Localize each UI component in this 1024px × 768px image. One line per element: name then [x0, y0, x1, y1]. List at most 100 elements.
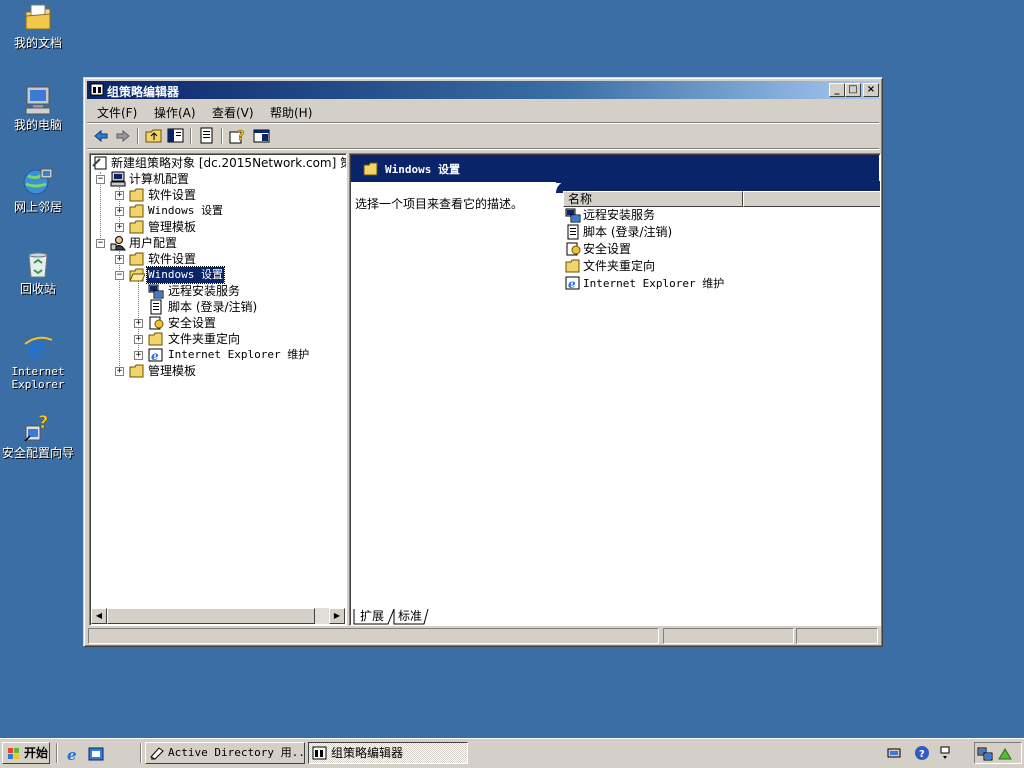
menu-bar: 文件(F) 操作(A) 查看(V) 帮助(H)	[87, 101, 879, 121]
tab-extended[interactable]: 扩展	[360, 608, 384, 624]
tree-node-uc-folder-redirect[interactable]: + 文件夹重定向	[90, 331, 340, 347]
tree-label: 用户配置	[129, 236, 178, 250]
start-label: 开始	[24, 746, 49, 760]
tree-label: Windows 设置	[148, 204, 223, 217]
menu-help[interactable]: 帮助(H)	[270, 104, 312, 121]
show-hide-tree-icon[interactable]	[167, 127, 185, 145]
export-list-icon[interactable]	[198, 127, 216, 145]
network-connection-icon[interactable]	[977, 745, 993, 761]
desktop-icon-label: 安全配置向导	[1, 446, 74, 460]
window-title: 组策略编辑器	[107, 85, 180, 99]
ie-quicklaunch-icon[interactable]: e	[66, 746, 82, 764]
toolbar-separator	[221, 128, 223, 144]
desktop-icon-internet-explorer[interactable]: e Internet Explorer	[0, 330, 76, 391]
folder-icon	[129, 363, 145, 379]
task-group-policy-editor[interactable]: 组策略编辑器	[308, 742, 468, 764]
back-icon[interactable]	[92, 127, 110, 145]
task-label: 组策略编辑器	[331, 746, 404, 760]
tree-node-cc-admin[interactable]: + 管理模板	[90, 219, 340, 235]
tree-node-uc-ris[interactable]: 远程安装服务	[90, 283, 340, 299]
my-documents-icon	[22, 2, 54, 34]
forward-icon[interactable]	[114, 127, 132, 145]
svg-text:?: ?	[237, 129, 245, 144]
tree-node-cc-windows[interactable]: + Windows 设置	[90, 203, 340, 219]
tree-label: 管理模板	[148, 220, 197, 234]
tree-node-uc-windows[interactable]: − Windows 设置	[90, 266, 340, 284]
list-item-label: Internet Explorer 维护	[583, 277, 725, 290]
close-button[interactable]: ×	[863, 83, 879, 97]
tree-node-cc-software[interactable]: + 软件设置	[90, 187, 340, 203]
desktop-icon-my-documents[interactable]: 我的文档	[0, 2, 76, 50]
tree-node-uc-admin[interactable]: + 管理模板	[90, 363, 340, 379]
desktop-icon-network-places[interactable]: 网上邻居	[0, 166, 76, 214]
menu-view[interactable]: 查看(V)	[212, 104, 254, 121]
tab-standard[interactable]: 标准	[398, 608, 422, 624]
expand-icon[interactable]: +	[134, 351, 143, 360]
close-icon: ×	[866, 84, 876, 95]
view-tabs: 扩展 标准	[352, 608, 652, 626]
list-item-label: 安全设置	[583, 242, 632, 256]
tree-node-uc-security[interactable]: + 安全设置	[90, 315, 340, 331]
scroll-right-icon[interactable]: ▶	[329, 608, 345, 624]
list-header: 名称	[563, 191, 880, 207]
expand-icon[interactable]: +	[115, 207, 124, 216]
minimize-button[interactable]: _	[829, 83, 845, 97]
policy-tree-pane[interactable]: 新建组策略对象 [dc.2015Network.com] 策略 − 计算机配置 …	[89, 153, 347, 626]
language-bar-icon[interactable]	[938, 745, 954, 761]
collapse-icon[interactable]: −	[96, 175, 105, 184]
expand-icon[interactable]: +	[134, 319, 143, 328]
security-tray-icon[interactable]	[997, 745, 1013, 761]
start-button[interactable]: 开始	[2, 742, 50, 764]
status-cell-3	[796, 628, 878, 644]
maximize-button[interactable]: □	[845, 83, 861, 97]
expand-icon[interactable]: +	[115, 223, 124, 232]
expand-icon[interactable]: +	[115, 191, 124, 200]
up-folder-icon[interactable]	[145, 127, 163, 145]
ie-maintenance-icon: e	[148, 347, 164, 363]
svg-text:?: ?	[919, 749, 925, 760]
menu-action[interactable]: 操作(A)	[154, 104, 196, 121]
tree-node-computer-config[interactable]: − 计算机配置	[90, 171, 340, 187]
folder-icon	[148, 331, 164, 347]
tree-label: 软件设置	[148, 252, 197, 266]
tree-node-user-config[interactable]: − 用户配置	[90, 235, 340, 251]
properties-icon[interactable]	[253, 127, 271, 145]
desktop-icon-security-wizard[interactable]: ? 安全配置向导	[0, 412, 76, 460]
desktop-icon-label: 网上邻居	[13, 200, 62, 214]
remote-install-icon	[148, 283, 164, 299]
expand-icon[interactable]: +	[134, 335, 143, 344]
status-cell-main	[88, 628, 659, 644]
collapse-icon[interactable]: −	[96, 239, 105, 248]
column-name-header[interactable]: 名称	[563, 191, 743, 207]
expand-icon[interactable]: +	[115, 255, 124, 264]
status-bar	[88, 628, 880, 646]
open-folder-icon	[129, 267, 146, 283]
desktop-icon-recycle-bin[interactable]: 回收站	[0, 248, 76, 296]
tree-label: 安全设置	[168, 316, 217, 330]
computer-config-icon	[110, 171, 126, 187]
scroll-thumb[interactable]	[107, 608, 315, 624]
scroll-left-icon[interactable]: ◀	[91, 608, 107, 624]
show-desktop-icon[interactable]	[88, 746, 104, 762]
tree-node-uc-scripts[interactable]: 脚本 (登录/注销)	[90, 299, 340, 315]
title-bar[interactable]: 组策略编辑器 _ □ ×	[87, 81, 879, 99]
desktop-icon-label: 回收站	[19, 282, 56, 296]
help-tray-icon[interactable]: ?	[914, 745, 930, 761]
tree-node-uc-software[interactable]: + 软件设置	[90, 251, 340, 267]
recycle-bin-icon	[22, 248, 54, 280]
column-blank-header[interactable]	[743, 191, 880, 207]
desktop-icon-my-computer[interactable]: 我的电脑	[0, 84, 76, 132]
toolbar-divider	[87, 148, 879, 150]
expand-icon[interactable]: +	[115, 367, 124, 376]
menu-file[interactable]: 文件(F)	[97, 104, 137, 121]
collapse-icon[interactable]: −	[115, 271, 124, 280]
task-active-directory[interactable]: Active Directory 用...	[145, 742, 305, 764]
tree-label: 新建组策略对象 [dc.2015Network.com] 策略	[111, 156, 347, 170]
network-tray-icon[interactable]	[886, 745, 902, 761]
help-icon[interactable]: ?	[229, 127, 247, 145]
my-computer-icon	[22, 84, 54, 116]
tree-horizontal-scrollbar[interactable]: ◀ ▶	[91, 608, 345, 624]
system-tray	[974, 742, 1022, 764]
tree-node-uc-ie[interactable]: + e Internet Explorer 维护	[90, 347, 340, 363]
svg-text:e: e	[151, 349, 159, 363]
